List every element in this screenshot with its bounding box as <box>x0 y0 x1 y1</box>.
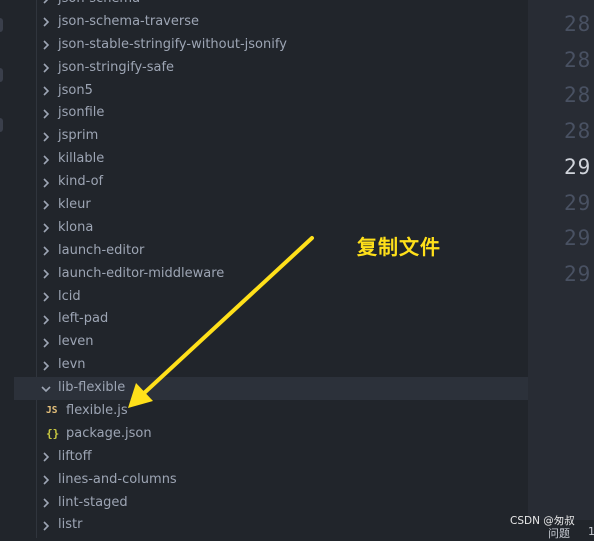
tree-folder-item[interactable]: levn <box>14 354 528 377</box>
tree-item-label: leven <box>58 334 94 350</box>
line-number: 28 <box>564 47 592 72</box>
chevron-right-icon[interactable] <box>40 148 52 171</box>
tree-folder-item[interactable]: listr <box>14 514 528 537</box>
chevron-right-icon[interactable] <box>40 308 52 331</box>
chevron-right-icon[interactable] <box>40 286 52 309</box>
tree-item-label: lcid <box>58 288 81 304</box>
tree-item-label: liftoff <box>58 448 92 464</box>
chevron-right-icon[interactable] <box>40 171 52 194</box>
tree-folder-item[interactable]: jsprim <box>14 125 528 148</box>
tree-folder-item[interactable]: launch-editor <box>14 240 528 263</box>
tree-folder-item[interactable]: json-stable-stringify-without-jsonify <box>14 34 528 57</box>
tree-item-label: json5 <box>58 82 93 98</box>
activity-bar <box>0 0 14 538</box>
tree-item-label: jsprim <box>58 128 99 144</box>
chevron-right-icon[interactable] <box>40 80 52 103</box>
chevron-right-icon[interactable] <box>40 11 52 34</box>
json-file-icon: {} <box>46 426 60 440</box>
tree-item-label: killable <box>58 151 105 167</box>
chevron-right-icon[interactable] <box>40 469 52 492</box>
tree-folder-item[interactable]: liftoff <box>14 446 528 469</box>
tree-folder-item[interactable]: jsonfile <box>14 102 528 125</box>
tree-folder-item[interactable]: klona <box>14 217 528 240</box>
tree-folder-item[interactable]: lcid <box>14 286 528 309</box>
tree-folder-item[interactable]: kleur <box>14 194 528 217</box>
tree-folder-item[interactable]: killable <box>14 148 528 171</box>
tree-folder-item[interactable]: left-pad <box>14 308 528 331</box>
chevron-right-icon[interactable] <box>40 263 52 286</box>
tree-item-label: json-stable-stringify-without-jsonify <box>58 36 287 52</box>
chevron-right-icon[interactable] <box>40 194 52 217</box>
chevron-right-icon[interactable] <box>40 217 52 240</box>
chevron-right-icon[interactable] <box>40 331 52 354</box>
tree-item-label: kind-of <box>58 174 104 190</box>
chevron-right-icon[interactable] <box>40 492 52 515</box>
activity-mark <box>0 18 3 32</box>
tree-folder-item[interactable]: json5 <box>14 80 528 103</box>
tree-item-label: launch-editor-middleware <box>58 265 225 281</box>
file-tree: json-schema json-schema-traverse json-stab… <box>14 0 528 537</box>
line-number: 29 <box>564 261 592 286</box>
chevron-right-icon[interactable] <box>40 240 52 263</box>
tree-file-item[interactable]: {} package.json <box>14 423 528 446</box>
tree-item-label: package.json <box>66 425 152 441</box>
chevron-right-icon[interactable] <box>40 102 52 125</box>
line-number: 29 <box>564 226 592 251</box>
tree-item-label: levn <box>58 357 86 373</box>
watermark-text: CSDN @匆叔 <box>510 515 575 527</box>
chevron-right-icon[interactable] <box>40 446 52 469</box>
activity-mark <box>0 68 3 82</box>
chevron-down-icon[interactable] <box>40 377 52 400</box>
chevron-right-icon[interactable] <box>40 514 52 537</box>
tree-item-label: left-pad <box>58 311 109 327</box>
line-number: 28 <box>564 12 592 36</box>
tree-item-label: lint-staged <box>58 494 128 510</box>
current-line-number: 29 <box>564 154 592 179</box>
tree-folder-item[interactable]: json-stringify-safe <box>14 57 528 80</box>
chevron-right-icon[interactable] <box>40 125 52 148</box>
tree-item-label: json-schema-traverse <box>58 13 199 29</box>
tree-folder-item[interactable]: leven <box>14 331 528 354</box>
line-number: 28 <box>564 119 592 144</box>
tree-file-item[interactable]: JS flexible.js <box>14 400 528 423</box>
editor-pane[interactable]: 28 28 28 28 29 29 29 29 <box>528 0 594 538</box>
tree-item-label: klona <box>58 219 94 235</box>
tree-folder-item[interactable]: kind-of <box>14 171 528 194</box>
tree-item-label: json-stringify-safe <box>58 59 175 75</box>
tree-item-label: jsonfile <box>58 105 105 121</box>
annotation-label: 复制文件 <box>357 235 441 259</box>
tree-folder-item[interactable]: lines-and-columns <box>14 469 528 492</box>
tree-item-label: json-schema <box>58 0 140 11</box>
chevron-right-icon[interactable] <box>40 0 52 11</box>
tree-folder-item[interactable]: json-schema <box>14 0 528 11</box>
activity-mark <box>0 118 3 132</box>
tree-item-label: flexible.js <box>66 403 128 419</box>
problems-count[interactable]: 1 <box>588 525 594 538</box>
chevron-right-icon[interactable] <box>40 57 52 80</box>
chevron-right-icon[interactable] <box>40 354 52 377</box>
tree-folder-item[interactable]: lint-staged <box>14 492 528 515</box>
tree-folder-item[interactable]: launch-editor-middleware <box>14 263 528 286</box>
tree-folder-item[interactable]: json-schema-traverse <box>14 11 528 34</box>
line-number: 29 <box>564 190 592 215</box>
line-number: 28 <box>564 83 592 108</box>
tree-item-label: lines-and-columns <box>58 471 177 487</box>
tree-item-label: lib-flexible <box>58 380 126 396</box>
js-file-icon: JS <box>46 405 58 417</box>
tree-folder-item[interactable]: lib-flexible <box>14 377 528 401</box>
tree-item-label: listr <box>58 517 83 533</box>
chevron-right-icon[interactable] <box>40 34 52 57</box>
tree-item-label: kleur <box>58 197 91 213</box>
file-explorer: json-schema json-schema-traverse json-stab… <box>14 0 541 538</box>
tree-item-label: launch-editor <box>58 242 145 258</box>
